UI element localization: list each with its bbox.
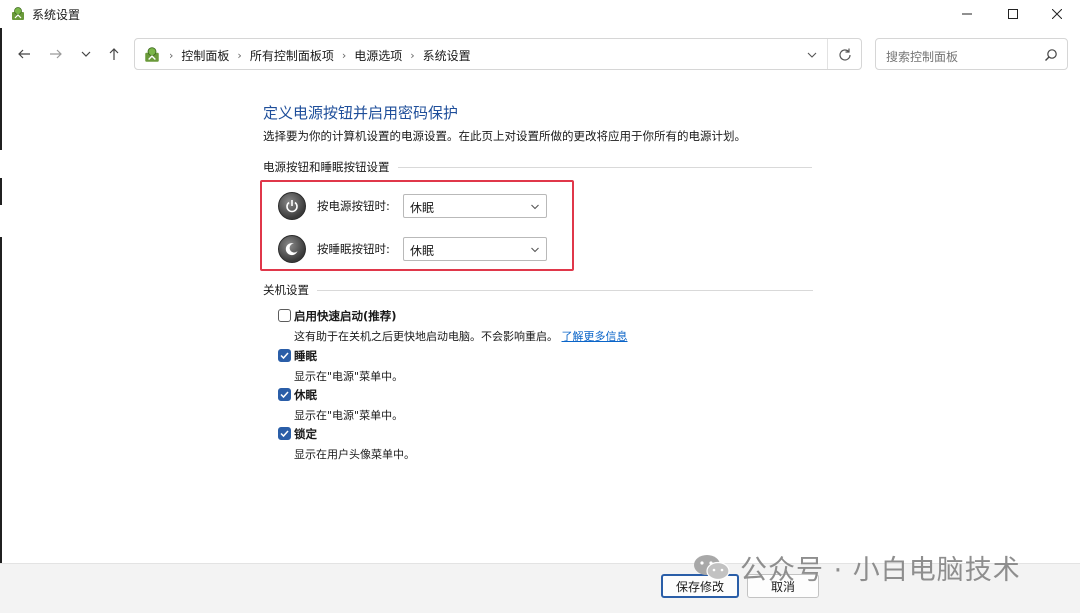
option-description: 显示在用户头像菜单中。 [294, 448, 415, 461]
recent-locations-button[interactable] [76, 44, 96, 64]
up-button[interactable] [104, 44, 124, 64]
section-title: 电源按钮和睡眠按钮设置 [263, 160, 390, 174]
fast-startup-checkbox[interactable] [278, 309, 291, 322]
learn-more-link[interactable]: 了解更多信息 [562, 330, 628, 343]
breadcrumb-item-system-settings[interactable]: 系统设置 [423, 47, 471, 64]
title-bar: 系统设置 [0, 0, 1080, 28]
refresh-icon[interactable] [837, 47, 853, 63]
option-description-text: 这有助于在关机之后更快地启动电脑。不会影响重启。 [294, 330, 558, 343]
breadcrumb: › 控制面板 › 所有控制面板项 › 电源选项 › 系统设置 [169, 47, 471, 64]
arrow-left-icon [18, 49, 30, 59]
sleep-checkbox[interactable] [278, 349, 291, 362]
search-icon[interactable] [1044, 48, 1058, 62]
maximize-button[interactable] [990, 0, 1036, 28]
forward-button[interactable] [46, 44, 66, 64]
option-label: 睡眠 [294, 349, 317, 363]
sleep-button-select[interactable]: 休眠 [403, 237, 547, 261]
maximize-icon [1008, 9, 1018, 19]
sleep-button-value: 休眠 [410, 244, 435, 258]
option-label: 休眠 [294, 388, 317, 402]
control-panel-icon [12, 7, 24, 20]
shutdown-section-header: 关机设置 [263, 282, 813, 298]
chevron-right-icon[interactable]: › [410, 49, 414, 62]
watermark: 公众号 · 小白电脑技术 [692, 548, 1021, 587]
address-history-chevron-icon[interactable] [805, 48, 819, 62]
lock-checkbox[interactable] [278, 427, 291, 440]
buttons-section-header: 电源按钮和睡眠按钮设置 [263, 159, 812, 175]
chevron-right-icon[interactable]: › [342, 49, 346, 62]
window-title: 系统设置 [32, 8, 81, 22]
arrow-up-icon [109, 48, 119, 60]
search-input[interactable]: 搜索控制面板 [875, 38, 1068, 70]
chevron-down-icon [81, 51, 91, 57]
sleep-button-row: 按睡眠按钮时: 休眠 [278, 235, 547, 263]
checkmark-icon [280, 430, 289, 438]
search-placeholder: 搜索控制面板 [886, 50, 959, 64]
chevron-right-icon: › [169, 49, 174, 62]
chevron-right-icon[interactable]: › [237, 49, 241, 62]
sleep-button-label: 按睡眠按钮时: [317, 242, 390, 256]
close-icon [1052, 9, 1062, 19]
section-title: 关机设置 [263, 283, 309, 297]
checkmark-icon [280, 391, 289, 399]
chevron-down-icon [531, 204, 539, 210]
sleep-button-icon [278, 235, 306, 263]
option-description: 显示在"电源"菜单中。 [294, 409, 404, 422]
checkmark-icon [280, 352, 289, 360]
divider [397, 166, 812, 168]
sleep-option[interactable]: 睡眠 显示在"电源"菜单中。 [278, 348, 403, 384]
breadcrumb-item-power-options[interactable]: 电源选项 [354, 47, 402, 64]
fast-startup-option[interactable]: 启用快速启动(推荐) 这有助于在关机之后更快地启动电脑。不会影响重启。 了解更多… [278, 308, 628, 344]
option-description: 这有助于在关机之后更快地启动电脑。不会影响重启。 了解更多信息 [294, 328, 628, 344]
power-button-label: 按电源按钮时: [317, 199, 390, 213]
option-label: 启用快速启动(推荐) [294, 309, 397, 323]
divider [317, 289, 813, 291]
arrow-right-icon [50, 49, 62, 59]
power-button-select[interactable]: 休眠 [403, 194, 547, 218]
breadcrumb-item-control-panel[interactable]: 控制面板 [181, 47, 229, 64]
breadcrumb-item-all-items[interactable]: 所有控制面板项 [250, 47, 334, 64]
system-settings-window: 系统设置 › 控制面板 › 所有控制面板项 › 电源选项 › 系统设置 搜索控制… [0, 0, 1080, 613]
option-description: 显示在"电源"菜单中。 [294, 370, 404, 383]
main-content: 定义电源按钮并启用密码保护 选择要为你的计算机设置的电源设置。在此页上对设置所做… [0, 78, 1080, 563]
power-button-value: 休眠 [410, 201, 435, 215]
wechat-logo-icon [694, 554, 730, 580]
divider [827, 39, 828, 69]
page-title: 定义电源按钮并启用密码保护 [263, 104, 459, 122]
minimize-button[interactable] [944, 0, 990, 28]
hibernate-checkbox[interactable] [278, 388, 291, 401]
power-button-row: 按电源按钮时: 休眠 [278, 192, 547, 220]
page-description: 选择要为你的计算机设置的电源设置。在此页上对设置所做的更改将应用于你所有的电源计… [263, 129, 746, 143]
option-label: 锁定 [294, 427, 317, 441]
back-button[interactable] [14, 44, 34, 64]
minimize-icon [962, 13, 972, 15]
hibernate-option[interactable]: 休眠 显示在"电源"菜单中。 [278, 387, 403, 423]
address-bar[interactable]: › 控制面板 › 所有控制面板项 › 电源选项 › 系统设置 [134, 38, 862, 70]
close-button[interactable] [1034, 0, 1080, 28]
watermark-text: 公众号 · 小白电脑技术 [740, 555, 1021, 586]
lock-option[interactable]: 锁定 显示在用户头像菜单中。 [278, 426, 415, 462]
chevron-down-icon [531, 247, 539, 253]
control-panel-icon [145, 47, 159, 62]
power-button-icon [278, 192, 306, 220]
